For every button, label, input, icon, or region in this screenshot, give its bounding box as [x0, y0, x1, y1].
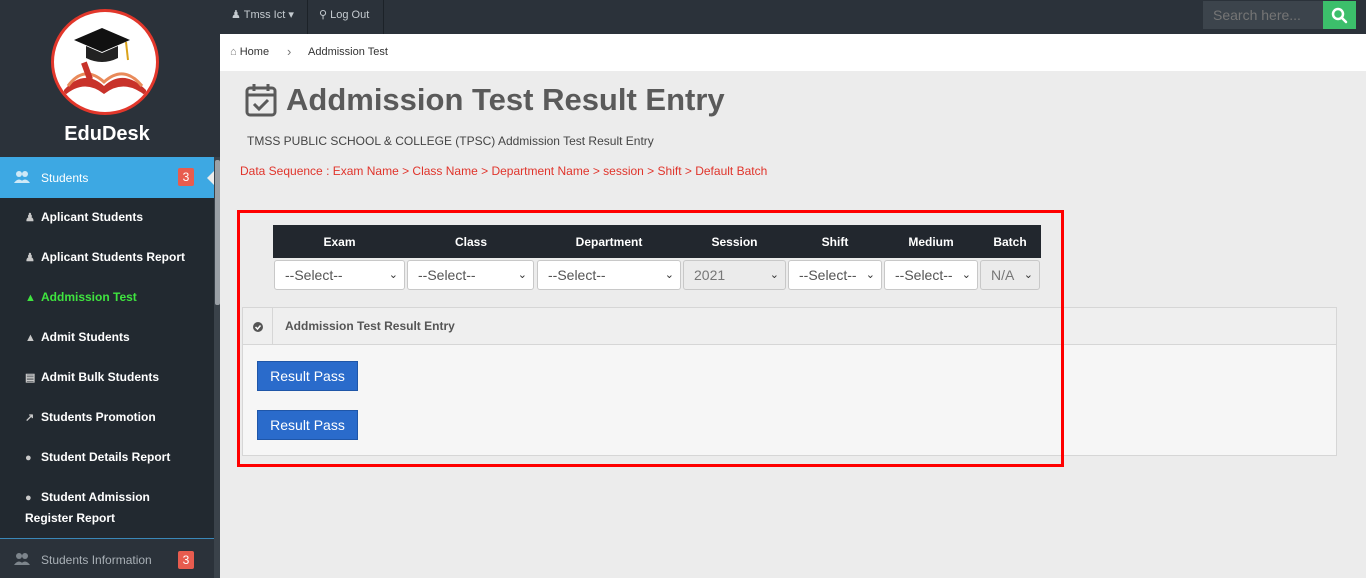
user-name: Tmss Ict [243, 9, 286, 21]
sidebar-item-admit-bulk-students[interactable]: ▤ Admit Bulk Students [25, 367, 200, 388]
chevron-right-icon: › [287, 44, 292, 59]
graduation-book-logo-icon [64, 28, 146, 96]
circle-icon: ● [25, 452, 32, 464]
key-icon: ⚲ [319, 9, 328, 21]
brand-area: EduDesk [0, 0, 220, 157]
line-chart-icon: ↗ [25, 412, 35, 424]
sidebar-item-label: Addmission Test [41, 290, 137, 304]
caret-down-icon: ▾ [288, 9, 294, 21]
user-menu[interactable]: ♟ Tmss Ict ▾ [220, 0, 308, 34]
sidebar-item-label: Admit Students [41, 330, 130, 344]
sidebar-item-admit-students[interactable]: ▲ Admit Students [25, 327, 200, 348]
breadcrumb-current: Addmission Test [308, 46, 388, 58]
graduation-cap-icon: ▲ [25, 292, 36, 304]
users-icon [14, 552, 30, 569]
brand-name: EduDesk [64, 123, 150, 145]
active-pointer [207, 171, 214, 185]
sidebar-item-label: Students [41, 171, 89, 185]
students-submenu: ♟ Aplicant Students ♟ Aplicant Students Re… [0, 198, 214, 538]
breadcrumb-home-label: Home [239, 46, 270, 58]
sidebar-item-student-admission-register-report[interactable]: ● Student Admission Register Report [25, 487, 200, 528]
sidebar-item-label: Admit Bulk Students [41, 370, 160, 384]
search-icon [1331, 7, 1348, 24]
sidebar-item-label: Aplicant Students Report [41, 250, 186, 264]
sidebar-item-label: Students Promotion [41, 410, 156, 424]
graduation-cap-icon: ▲ [25, 332, 36, 344]
breadcrumb-home[interactable]: ⌂ Home [230, 46, 269, 58]
search-input[interactable] [1203, 1, 1323, 29]
user-add-icon: ♟ [25, 252, 35, 264]
sidebar-item-aplicant-students[interactable]: ♟ Aplicant Students [25, 207, 200, 228]
sidebar: EduDesk Students 3 ♟ Aplicant Students ♟ A… [0, 0, 220, 578]
sidebar-item-student-details-report[interactable]: ● Student Details Report [25, 447, 200, 468]
sidebar-item-label: Student Admission Register Report [25, 490, 150, 525]
highlight-box [237, 210, 1064, 467]
user-add-icon: ♟ [25, 212, 35, 224]
page-subtitle: TMSS PUBLIC SCHOOL & COLLEGE (TPSC) Addm… [247, 134, 654, 148]
logo[interactable] [51, 9, 159, 115]
sidebar-item-addmission-test[interactable]: ▲ Addmission Test [25, 287, 200, 308]
home-icon: ⌂ [230, 46, 237, 58]
search-button[interactable] [1323, 1, 1356, 29]
sidebar-item-label: Student Details Report [41, 450, 171, 464]
count-badge: 3 [178, 551, 194, 569]
calendar-check-icon [245, 83, 277, 122]
circle-icon: ● [25, 492, 32, 504]
logout-link[interactable]: ⚲ Log Out [308, 0, 384, 34]
sidebar-item-label: Aplicant Students [41, 210, 144, 224]
user-icon: ♟ [231, 9, 241, 21]
sidebar-item-students-promotion[interactable]: ↗ Students Promotion [25, 407, 200, 428]
logout-label: Log Out [330, 9, 370, 21]
sidebar-item-students-information[interactable]: Students Information 3 [0, 538, 214, 578]
id-card-icon: ▤ [25, 372, 36, 384]
sidebar-scroll-thumb[interactable] [215, 160, 220, 305]
users-icon [14, 170, 30, 187]
sidebar-item-aplicant-students-report[interactable]: ♟ Aplicant Students Report [25, 247, 200, 268]
page-title: Addmission Test Result Entry [286, 82, 725, 117]
data-sequence-note: Data Sequence : Exam Name > Class Name >… [240, 164, 768, 178]
breadcrumb: ⌂ Home › Addmission Test [220, 34, 1366, 71]
count-badge: 3 [178, 168, 194, 186]
sidebar-item-label: Students Information [41, 553, 152, 567]
sidebar-item-students[interactable]: Students 3 [0, 157, 214, 198]
top-bar: ♟ Tmss Ict ▾ ⚲ Log Out [220, 0, 1366, 34]
